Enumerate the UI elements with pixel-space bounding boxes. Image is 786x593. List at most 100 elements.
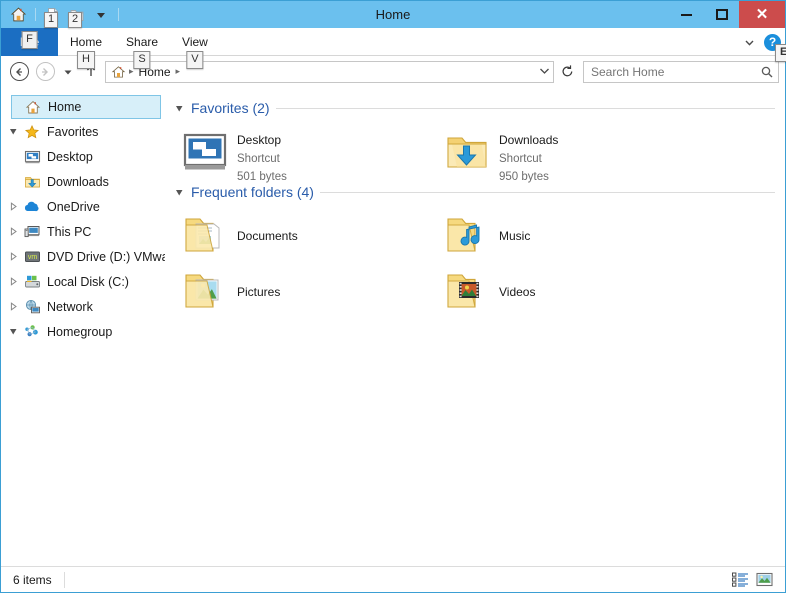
tab-share[interactable]: Share S (114, 28, 170, 69)
new-folder-icon[interactable]: 2 (66, 4, 88, 28)
keytip-properties: 1 (44, 11, 59, 28)
navigation-pane: Home Favorites Desktop Downloads OneDriv… (1, 89, 165, 566)
expand-ribbon-chevron-down-icon[interactable] (740, 33, 758, 51)
music-folder-icon (443, 212, 491, 260)
dvd-drive-icon: vm (21, 249, 43, 265)
back-button[interactable] (7, 60, 31, 84)
help-button[interactable]: ? E (764, 33, 786, 62)
list-item[interactable]: Documents (181, 209, 443, 265)
pictures-folder-icon (181, 268, 229, 316)
tab-view[interactable]: View V (170, 28, 220, 69)
address-dropdown-chevron-down-icon[interactable] (539, 66, 550, 77)
address-bar: ▸ Home ▸ (1, 56, 785, 87)
minimize-button[interactable] (669, 1, 704, 28)
documents-folder-icon (181, 212, 229, 260)
sidebar-item-network[interactable]: Network (1, 294, 165, 319)
properties-icon[interactable]: 1 (42, 4, 64, 28)
sidebar-item-this-pc[interactable]: This PC (1, 219, 165, 244)
keytip-new-folder: 2 (68, 11, 83, 28)
list-item-text: Documents (237, 227, 298, 245)
explorer-body: Home Favorites Desktop Downloads OneDriv… (1, 89, 785, 566)
list-item[interactable]: Music (443, 209, 705, 265)
twisty-expanded-icon[interactable] (173, 188, 185, 197)
twisty-collapsed-icon[interactable] (5, 252, 21, 261)
forward-button[interactable] (33, 60, 57, 84)
details-view-icon[interactable] (731, 572, 749, 588)
tab-file[interactable]: File F (1, 28, 58, 56)
sidebar-item-label: DVD Drive (D:) VMwa (47, 249, 165, 264)
path-home-icon[interactable] (110, 64, 126, 80)
sidebar-item-desktop[interactable]: Desktop (1, 144, 165, 169)
view-mode-buttons (731, 572, 779, 588)
large-icons-view-icon[interactable] (755, 572, 773, 588)
sidebar-item-label: OneDrive (47, 199, 100, 214)
breadcrumb-separator-2[interactable]: ▸ (176, 66, 181, 77)
home-icon[interactable] (7, 4, 29, 26)
tab-view-label: View (182, 35, 208, 49)
sidebar-item-home[interactable]: Home (11, 95, 161, 119)
search-box[interactable] (583, 60, 779, 83)
sidebar-item-local-disk[interactable]: Local Disk (C:) (1, 269, 165, 294)
quick-access-toolbar: 1 2 (1, 1, 123, 28)
sidebar-item-dvd-drive[interactable]: vm DVD Drive (D:) VMwa (1, 244, 165, 269)
qat-separator-1 (35, 8, 36, 21)
address-path-box[interactable]: ▸ Home ▸ (105, 60, 554, 83)
section-header-favorites[interactable]: Favorites (2) (173, 97, 785, 119)
sidebar-item-homegroup[interactable]: Homegroup (1, 319, 165, 344)
qat-dropdown-icon[interactable] (90, 4, 112, 26)
twisty-collapsed-icon[interactable] (5, 202, 21, 211)
maximize-button[interactable] (704, 1, 739, 28)
section-divider (275, 107, 775, 109)
keytip-file: F (21, 31, 38, 49)
window-controls: ✕ (669, 1, 785, 28)
twisty-expanded-icon[interactable] (173, 104, 185, 113)
sidebar-item-label: Network (47, 299, 93, 314)
search-icon[interactable] (760, 65, 774, 79)
list-item[interactable]: Pictures (181, 265, 443, 321)
twisty-expanded-icon[interactable] (5, 127, 21, 136)
list-item-type: Shortcut (499, 153, 542, 165)
svg-text:vm: vm (27, 254, 37, 261)
sidebar-item-onedrive[interactable]: OneDrive (1, 194, 165, 219)
tab-share-label: Share (126, 35, 159, 49)
sidebar-item-label: Homegroup (47, 324, 113, 339)
section-divider (319, 191, 775, 193)
sidebar-item-favorites[interactable]: Favorites (1, 119, 165, 144)
cloud-icon (21, 199, 43, 215)
ribbon-tab-bar: File F Home H Share S View V ? E (1, 28, 786, 69)
sidebar-item-label: This PC (47, 224, 92, 239)
keytip-share: S (133, 51, 151, 69)
section-title: Favorites (2) (191, 100, 270, 116)
list-item-name: Pictures (237, 285, 281, 299)
list-item-text: Music (499, 227, 530, 245)
recent-locations-button[interactable] (59, 60, 77, 84)
homegroup-icon (21, 324, 43, 340)
keytip-home: H (77, 51, 95, 69)
sidebar-item-label: Desktop (47, 149, 93, 164)
twisty-collapsed-icon[interactable] (5, 277, 21, 286)
list-item[interactable]: Desktop Shortcut 501 bytes (181, 125, 443, 183)
list-item[interactable]: Downloads Shortcut 950 bytes (443, 125, 705, 183)
file-list-pane[interactable]: Favorites (2) Desktop Shortcut 501 bytes… (165, 89, 785, 566)
item-count-label: 6 items (13, 572, 52, 587)
list-item-name: Desktop (237, 133, 282, 147)
list-item-name: Downloads (499, 133, 559, 147)
close-button[interactable]: ✕ (739, 1, 785, 28)
desktop-icon (21, 149, 43, 165)
title-bar: 1 2 Home ✕ (1, 1, 785, 28)
list-item[interactable]: Videos (443, 265, 705, 321)
sidebar-item-label: Home (48, 100, 82, 114)
search-input[interactable] (591, 64, 760, 79)
download-icon (21, 174, 43, 190)
list-item-name: Music (499, 229, 531, 243)
sidebar-item-downloads[interactable]: Downloads (1, 169, 165, 194)
twisty-collapsed-icon[interactable] (5, 227, 21, 236)
ribbon-right-controls: ? E (740, 28, 786, 62)
refresh-button[interactable] (556, 61, 578, 83)
tab-home[interactable]: Home H (58, 28, 114, 69)
section-header-frequent-folders[interactable]: Frequent folders (4) (173, 181, 785, 203)
videos-folder-icon (443, 268, 491, 316)
arrow-right-icon (35, 62, 55, 81)
twisty-collapsed-icon[interactable] (5, 302, 21, 311)
twisty-expanded-icon[interactable] (5, 327, 21, 336)
